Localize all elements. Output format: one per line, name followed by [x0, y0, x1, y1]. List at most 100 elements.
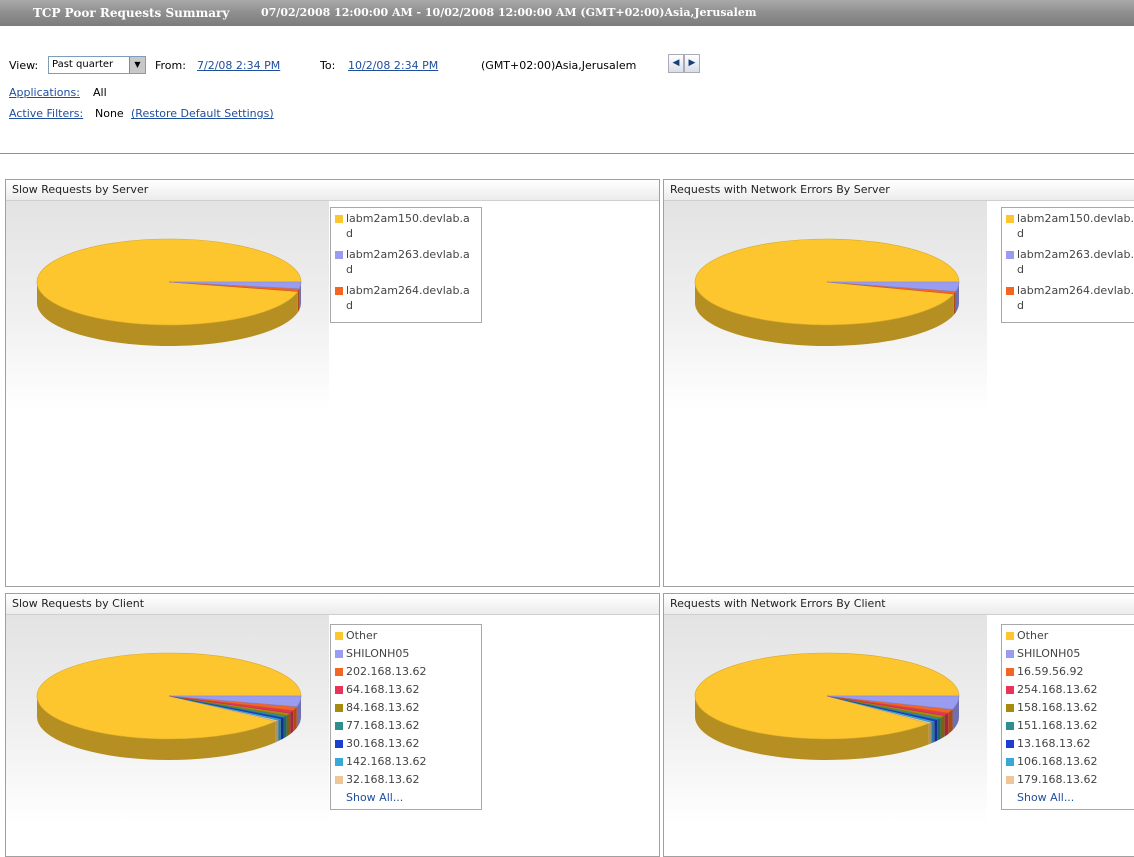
legend-item[interactable]: Other [1005, 628, 1134, 643]
legend-label: 77.168.13.62 [346, 719, 420, 732]
legend-swatch [335, 632, 343, 640]
network-errors-by-server-panel: Requests with Network Errors By Server l… [663, 179, 1134, 587]
legend-item[interactable]: 179.168.13.62 [1005, 772, 1134, 787]
restore-defaults-link[interactable]: (Restore Default Settings) [131, 107, 274, 120]
legend-item[interactable]: Other [334, 628, 478, 643]
legend-label: 142.168.13.62 [346, 755, 427, 768]
legend-item[interactable]: 77.168.13.62 [334, 718, 478, 733]
legend-swatch [1006, 704, 1014, 712]
legend-item[interactable]: 158.168.13.62 [1005, 700, 1134, 715]
legend-swatch [1006, 287, 1014, 295]
to-date-link[interactable]: 10/2/08 2:34 PM [348, 59, 438, 72]
pie-slice-side[interactable] [940, 715, 945, 739]
legend-swatch [335, 704, 343, 712]
legend-label: 106.168.13.62 [1017, 755, 1098, 768]
legend-item[interactable]: 142.168.13.62 [334, 754, 478, 769]
pie-chart [694, 238, 960, 346]
legend-label: 158.168.13.62 [1017, 701, 1098, 714]
pie-slice-side[interactable] [931, 721, 935, 744]
legend-item[interactable]: 106.168.13.62 [1005, 754, 1134, 769]
pie-slice-side[interactable] [275, 720, 279, 743]
legend-item[interactable]: 30.168.13.62 [334, 736, 478, 751]
active-filters-value: None [95, 107, 124, 120]
panel-title: Requests with Network Errors By Client [664, 594, 1134, 615]
timezone-label: (GMT+02:00)Asia,Jerusalem [481, 59, 637, 72]
pie-chart [36, 652, 302, 760]
legend-item[interactable]: 13.168.13.62 [1005, 736, 1134, 751]
legend-swatch [1006, 686, 1014, 694]
legend-label: 84.168.13.62 [346, 701, 420, 714]
legend-label: 64.168.13.62 [346, 683, 420, 696]
arrow-left-icon: ◀ [672, 58, 680, 68]
report-time-range: 07/02/2008 12:00:00 AM - 10/02/2008 12:0… [261, 6, 757, 19]
pie-slice-side[interactable] [280, 717, 284, 740]
legend-swatch [1006, 251, 1014, 259]
legend-label: labm2am264.devlab.ad [1017, 284, 1134, 312]
pie-slice-side[interactable] [283, 715, 287, 739]
show-all-link[interactable]: Show All... [334, 790, 478, 806]
legend-swatch [1006, 215, 1014, 223]
divider [0, 153, 1134, 154]
legend-item[interactable]: labm2am264.devlab.ad [1005, 283, 1134, 313]
legend-swatch [335, 668, 343, 676]
legend-item[interactable]: labm2am263.devlab.ad [334, 247, 478, 277]
legend-label: SHILONH05 [346, 647, 410, 660]
applications-value: All [93, 86, 107, 99]
legend-swatch [335, 722, 343, 730]
network-errors-by-client-panel: Requests with Network Errors By Client O… [663, 593, 1134, 857]
legend-swatch [335, 287, 343, 295]
pie-slice-side[interactable] [297, 288, 300, 313]
pie-slice-side[interactable] [928, 722, 932, 745]
legend-item[interactable]: 151.168.13.62 [1005, 718, 1134, 733]
legend-label: 179.168.13.62 [1017, 773, 1098, 786]
legend-label: 32.168.13.62 [346, 773, 420, 786]
legend-item[interactable]: 16.59.56.92 [1005, 664, 1134, 679]
pie-slice-side[interactable] [934, 719, 938, 743]
from-label: From: [155, 59, 186, 72]
legend-label: Other [346, 629, 378, 642]
pie-slice-side[interactable] [278, 718, 281, 742]
legend-swatch [1006, 776, 1014, 784]
legend-item[interactable]: 64.168.13.62 [334, 682, 478, 697]
legend-swatch [335, 776, 343, 784]
legend-label: 151.168.13.62 [1017, 719, 1098, 732]
legend-item[interactable]: labm2am263.devlab.ad [1005, 247, 1134, 277]
pie-slice-side[interactable] [937, 717, 941, 741]
chart-legend: Other SHILONH05 202.168.13.62 64.168.13.… [330, 624, 482, 810]
legend-label: 30.168.13.62 [346, 737, 420, 750]
previous-period-button[interactable]: ◀ [668, 54, 684, 73]
legend-item[interactable]: SHILONH05 [1005, 646, 1134, 661]
legend-label: labm2am264.devlab.ad [346, 284, 470, 312]
legend-swatch [335, 686, 343, 694]
legend-swatch [335, 758, 343, 766]
legend-label: 16.59.56.92 [1017, 665, 1084, 678]
show-all-link[interactable]: Show All... [1005, 790, 1134, 806]
chevron-down-icon[interactable]: ▼ [129, 57, 145, 73]
legend-item[interactable]: 254.168.13.62 [1005, 682, 1134, 697]
pie-slice-side[interactable] [944, 713, 949, 737]
pie-slice-side[interactable] [286, 713, 291, 737]
legend-item[interactable]: labm2am150.devlab.ad [334, 211, 478, 241]
legend-swatch [335, 215, 343, 223]
legend-item[interactable]: 202.168.13.62 [334, 664, 478, 679]
legend-swatch [1006, 632, 1014, 640]
legend-item[interactable]: 32.168.13.62 [334, 772, 478, 787]
from-date-link[interactable]: 7/2/08 2:34 PM [197, 59, 280, 72]
legend-item[interactable]: labm2am150.devlab.ad [1005, 211, 1134, 241]
view-select[interactable]: Past quarter ▼ [48, 56, 146, 74]
legend-label: 254.168.13.62 [1017, 683, 1098, 696]
next-period-button[interactable]: ▶ [684, 54, 700, 73]
applications-link[interactable]: Applications: [9, 86, 80, 99]
legend-item[interactable]: labm2am264.devlab.ad [334, 283, 478, 313]
report-title: TCP Poor Requests Summary [33, 6, 230, 20]
legend-label: SHILONH05 [1017, 647, 1081, 660]
pie-slice-side[interactable] [948, 709, 953, 735]
pie-slice-side[interactable] [953, 291, 956, 315]
legend-label: labm2am150.devlab.ad [346, 212, 470, 240]
legend-item[interactable]: 84.168.13.62 [334, 700, 478, 715]
panel-title: Slow Requests by Client [6, 594, 659, 615]
active-filters-link[interactable]: Active Filters: [9, 107, 83, 120]
legend-swatch [335, 650, 343, 658]
legend-item[interactable]: SHILONH05 [334, 646, 478, 661]
pie-slice-side[interactable] [290, 710, 294, 735]
